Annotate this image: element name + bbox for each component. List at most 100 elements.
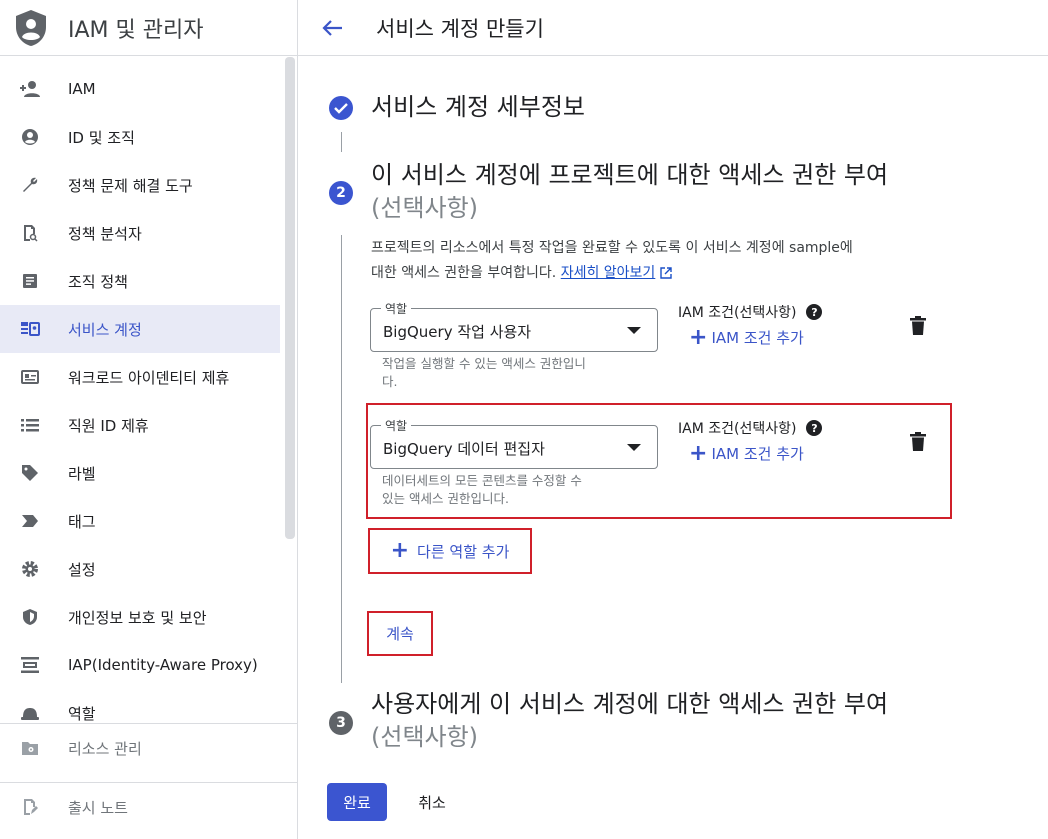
sidebar-item-label: 직원 ID 제휴 bbox=[68, 416, 149, 435]
role-select-value: BigQuery 데이터 편집자 bbox=[383, 440, 545, 458]
role-2-help-text: 데이터세트의 모든 콘텐츠를 수정할 수 있는 액세스 권한입니다. bbox=[382, 472, 642, 508]
article-icon bbox=[19, 270, 41, 292]
sidebar-item-workload-identity[interactable]: 워크로드 아이덴티티 제휴 bbox=[0, 353, 280, 401]
dropdown-caret-icon bbox=[627, 444, 641, 451]
sidebar-item-manage-resources[interactable]: 리소스 관리 bbox=[0, 724, 297, 772]
sidebar-nav: IAM ID 및 조직 정책 문제 해결 도구 정책 분석자 조직 정책 서비스… bbox=[0, 65, 280, 737]
sidebar-item-settings[interactable]: 설정 bbox=[0, 545, 280, 593]
service-account-icon bbox=[19, 318, 41, 340]
back-button[interactable] bbox=[318, 14, 346, 42]
person-add-icon bbox=[19, 78, 41, 100]
step-3-number-badge: 3 bbox=[329, 711, 353, 735]
sidebar-item-label: 역할 bbox=[68, 704, 96, 723]
gear-icon bbox=[19, 558, 41, 580]
account-circle-icon bbox=[19, 126, 41, 148]
role-help-line: 데이터세트의 모든 콘텐츠를 수정할 수 bbox=[382, 473, 582, 488]
role-select-1[interactable]: 역할 BigQuery 작업 사용자 bbox=[370, 300, 658, 352]
delete-role-1-trash-icon[interactable] bbox=[910, 316, 926, 336]
role-help-line: 작업을 실행할 수 있는 액세스 권한입니 bbox=[382, 356, 586, 371]
description-line-1: 프로젝트의 리소스에서 특정 작업을 완료할 수 있도록 이 서비스 계정에 s… bbox=[371, 240, 853, 256]
sidebar: IAM 및 관리자 IAM ID 및 조직 정책 문제 해결 도구 정책 분석자… bbox=[0, 0, 298, 839]
sidebar-item-label: 리소스 관리 bbox=[68, 739, 142, 758]
label-chevron-icon bbox=[19, 510, 41, 532]
iam-condition-text: IAM 조건(선택사항) bbox=[678, 421, 797, 437]
step-1-title[interactable]: 서비스 계정 세부정보 bbox=[371, 91, 585, 124]
step-2-content-line bbox=[341, 235, 342, 683]
cancel-button[interactable]: 취소 bbox=[405, 783, 459, 821]
sidebar-item-workforce-identity[interactable]: 직원 ID 제휴 bbox=[0, 401, 280, 449]
sidebar-footer: 리소스 관리 출시 노트 bbox=[0, 723, 297, 831]
iap-icon bbox=[19, 654, 41, 676]
sidebar-item-release-notes[interactable]: 출시 노트 bbox=[0, 783, 297, 831]
role-select-2[interactable]: 역할 BigQuery 데이터 편집자 bbox=[370, 417, 658, 469]
sidebar-item-identity-org[interactable]: ID 및 조직 bbox=[0, 113, 280, 161]
sidebar-item-label: IAM bbox=[68, 80, 96, 98]
sidebar-item-label: 태그 bbox=[68, 512, 96, 531]
plus-icon: + bbox=[689, 440, 708, 466]
continue-button[interactable]: 계속 bbox=[367, 611, 433, 656]
step-2-description: 프로젝트의 리소스에서 특정 작업을 완료할 수 있도록 이 서비스 계정에 s… bbox=[371, 236, 941, 286]
tag-icon bbox=[19, 462, 41, 484]
step-3-optional-label: (선택사항) bbox=[371, 723, 479, 751]
role-field-label: 역할 bbox=[381, 417, 412, 434]
sidebar-item-labels[interactable]: 라벨 bbox=[0, 449, 280, 497]
sidebar-item-label: 서비스 계정 bbox=[68, 320, 142, 339]
iam-shield-logo-icon bbox=[16, 9, 46, 46]
sidebar-header: IAM 및 관리자 bbox=[0, 0, 297, 56]
sidebar-item-service-accounts[interactable]: 서비스 계정 bbox=[0, 305, 280, 353]
iam-condition-label-2: IAM 조건(선택사항) ? bbox=[678, 418, 823, 438]
sidebar-item-policy-analyzer[interactable]: 정책 분석자 bbox=[0, 209, 280, 257]
sidebar-item-privacy-security[interactable]: 개인정보 보호 및 보안 bbox=[0, 593, 280, 641]
step-3-title[interactable]: 사용자에게 이 서비스 계정에 대한 액세스 권한 부여 (선택사항) bbox=[371, 688, 941, 754]
hat-icon bbox=[19, 702, 41, 724]
iam-condition-label-1: IAM 조건(선택사항) ? bbox=[678, 302, 823, 322]
step-1-complete-check-icon bbox=[329, 96, 353, 120]
sidebar-item-label: 개인정보 보호 및 보안 bbox=[68, 608, 207, 627]
done-button[interactable]: 완료 bbox=[327, 783, 387, 821]
step-2-optional-label: (선택사항) bbox=[371, 194, 479, 222]
sidebar-item-label: 정책 문제 해결 도구 bbox=[68, 176, 193, 195]
add-iam-condition-button-2[interactable]: + IAM 조건 추가 bbox=[689, 440, 804, 466]
list-icon bbox=[19, 414, 41, 436]
sidebar-item-label: 출시 노트 bbox=[68, 798, 128, 817]
sidebar-item-org-policies[interactable]: 조직 정책 bbox=[0, 257, 280, 305]
sidebar-item-policy-troubleshooter[interactable]: 정책 문제 해결 도구 bbox=[0, 161, 280, 209]
role-1-help-text: 작업을 실행할 수 있는 액세스 권한입니 다. bbox=[382, 355, 642, 391]
document-search-icon bbox=[19, 222, 41, 244]
sidebar-item-label: 정책 분석자 bbox=[68, 224, 142, 243]
main-header: 서비스 계정 만들기 bbox=[298, 0, 1048, 56]
plus-icon: + bbox=[390, 538, 410, 563]
sidebar-item-iap[interactable]: IAP(Identity-Aware Proxy) bbox=[0, 641, 280, 689]
help-icon[interactable]: ? bbox=[806, 304, 823, 320]
help-icon[interactable]: ? bbox=[806, 420, 823, 436]
sidebar-item-label: 설정 bbox=[68, 560, 96, 579]
folder-gear-icon bbox=[19, 737, 41, 759]
wrench-icon bbox=[19, 174, 41, 196]
add-iam-condition-button-1[interactable]: + IAM 조건 추가 bbox=[689, 326, 804, 348]
iam-condition-text: IAM 조건(선택사항) bbox=[678, 305, 797, 321]
add-another-role-label: 다른 역할 추가 bbox=[417, 542, 510, 561]
step-connector-line bbox=[341, 132, 342, 152]
sidebar-item-label: ID 및 조직 bbox=[68, 128, 135, 147]
sidebar-item-tags[interactable]: 태그 bbox=[0, 497, 280, 545]
app-root: IAM 및 관리자 IAM ID 및 조직 정책 문제 해결 도구 정책 분석자… bbox=[0, 0, 1048, 839]
step-3-title-text: 사용자에게 이 서비스 계정에 대한 액세스 권한 부여 bbox=[371, 690, 889, 718]
shield-icon bbox=[19, 606, 41, 628]
sidebar-item-iam[interactable]: IAM bbox=[0, 65, 280, 113]
step-2-title: 이 서비스 계정에 프로젝트에 대한 액세스 권한 부여 (선택사항) bbox=[371, 159, 941, 225]
step-2-title-text: 이 서비스 계정에 프로젝트에 대한 액세스 권한 부여 bbox=[371, 161, 889, 189]
arrow-back-icon bbox=[322, 19, 342, 36]
sidebar-item-label: IAP(Identity-Aware Proxy) bbox=[68, 656, 258, 674]
role-help-line: 있는 액세스 권한입니다. bbox=[382, 491, 509, 506]
page-title: 서비스 계정 만들기 bbox=[376, 16, 544, 41]
sidebar-item-label: 조직 정책 bbox=[68, 272, 128, 291]
role-field-label: 역할 bbox=[381, 300, 412, 317]
learn-more-link[interactable]: 자세히 알아보기 bbox=[561, 265, 656, 281]
sidebar-scrollbar[interactable] bbox=[285, 57, 295, 539]
role-select-value: BigQuery 작업 사용자 bbox=[383, 323, 532, 341]
sidebar-item-label: 워크로드 아이덴티티 제휴 bbox=[68, 368, 230, 387]
id-card-icon bbox=[19, 366, 41, 388]
add-another-role-button[interactable]: + 다른 역할 추가 bbox=[368, 528, 532, 574]
role-help-line: 다. bbox=[382, 374, 398, 389]
delete-role-2-trash-icon[interactable] bbox=[910, 432, 926, 452]
